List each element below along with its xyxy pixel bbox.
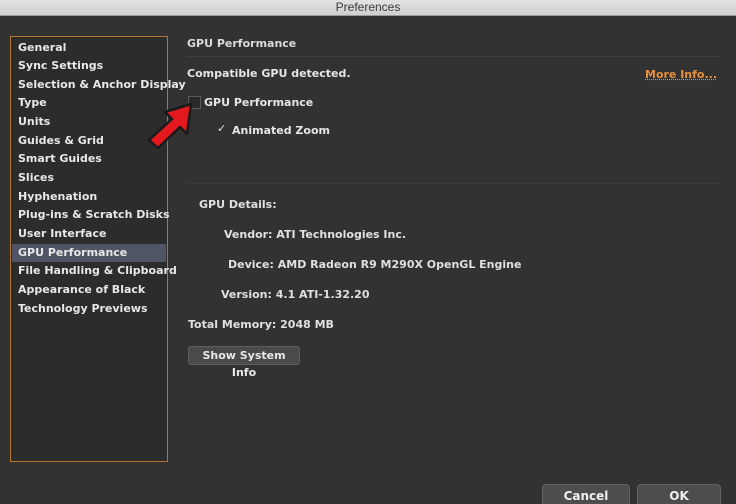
gpu-device: Device: AMD Radeon R9 M290X OpenGL Engin… <box>228 258 522 271</box>
gpu-version: Version: 4.1 ATI-1.32.20 <box>221 288 370 301</box>
more-info-link[interactable]: More Info... <box>645 68 717 81</box>
sidebar-item-hyphenation[interactable]: Hyphenation <box>12 188 166 206</box>
details-divider <box>187 183 719 184</box>
sidebar-item-gpu-performance[interactable]: GPU Performance <box>12 244 166 262</box>
sidebar-item-general[interactable]: General <box>12 39 166 57</box>
animated-zoom-checkbox[interactable]: ✓ <box>217 123 229 135</box>
section-title: GPU Performance <box>187 37 297 50</box>
sidebar-item-plugins-scratch-disks[interactable]: Plug-ins & Scratch Disks <box>12 206 170 224</box>
section-divider <box>187 56 719 57</box>
sidebar-item-sync-settings[interactable]: Sync Settings <box>12 57 166 75</box>
window-title: Preferences <box>0 0 736 16</box>
gpu-performance-checkbox-label[interactable]: GPU Performance <box>204 96 313 109</box>
sidebar-item-selection-anchor-display[interactable]: Selection & Anchor Display <box>12 76 186 94</box>
gpu-total-memory: Total Memory: 2048 MB <box>188 318 334 331</box>
animated-zoom-label[interactable]: Animated Zoom <box>232 124 330 137</box>
red-arrow-icon <box>147 102 193 150</box>
gpu-details-heading: GPU Details: <box>199 198 277 211</box>
sidebar-item-file-handling-clipboard[interactable]: File Handling & Clipboard <box>12 262 177 280</box>
ok-button[interactable]: OK <box>637 484 721 504</box>
compatibility-status: Compatible GPU detected. <box>187 67 351 80</box>
sidebar-item-user-interface[interactable]: User Interface <box>12 225 166 243</box>
gpu-vendor: Vendor: ATI Technologies Inc. <box>224 228 407 241</box>
show-system-info-button[interactable]: Show System Info <box>188 346 300 379</box>
cancel-button[interactable]: Cancel <box>542 484 630 504</box>
sidebar-item-slices[interactable]: Slices <box>12 169 166 187</box>
sidebar-item-appearance-of-black[interactable]: Appearance of Black <box>12 281 166 299</box>
preferences-window: Preferences General Sync Settings Select… <box>0 0 736 504</box>
sidebar-item-technology-previews[interactable]: Technology Previews <box>12 300 166 318</box>
